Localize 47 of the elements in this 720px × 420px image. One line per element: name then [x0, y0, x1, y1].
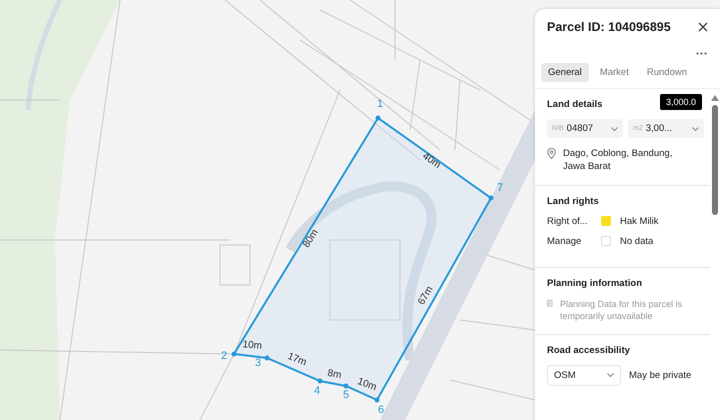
tab[interactable]: Market	[592, 63, 636, 82]
edge-length-label: 10m	[356, 376, 378, 394]
edge-length-label: 40m	[420, 150, 443, 172]
chevron-icon	[607, 373, 614, 378]
edge-length-label: 8m	[326, 368, 342, 382]
scroll-up-icon[interactable]	[711, 95, 719, 101]
vertex-label: 1	[376, 98, 384, 110]
vertex-label: 6	[378, 404, 384, 416]
section-heading: Land rights	[547, 196, 599, 207]
vertex-label: 5	[342, 389, 350, 401]
right-label: Manage	[547, 236, 582, 247]
scrollbar-thumb[interactable]	[712, 105, 718, 215]
right-value: Hak Milik	[620, 216, 659, 227]
section-heading: Planning information	[547, 278, 642, 289]
vertex-dot[interactable]	[488, 196, 494, 200]
right-value: No data	[620, 236, 654, 247]
tab[interactable]: General	[541, 63, 589, 82]
vertex-dot[interactable]	[376, 116, 380, 120]
more-icon[interactable]	[696, 52, 707, 55]
planning-note: Planning Data for this parcel is temporarily unavailable	[560, 298, 684, 323]
empty-swatch	[601, 236, 611, 246]
location-pin-icon	[547, 148, 556, 159]
chevron-icon	[611, 126, 618, 130]
document-icon	[547, 298, 553, 309]
location-text: Dago, Coblong, Bandung, Jawa Barat	[563, 148, 674, 174]
vertex-dot[interactable]	[318, 378, 322, 384]
vertex-dot[interactable]	[374, 398, 380, 402]
close-icon[interactable]	[698, 22, 708, 32]
section-heading: Road accessibility	[547, 344, 630, 356]
vertex-dot[interactable]	[232, 352, 236, 356]
tab[interactable]: Rundown	[640, 63, 694, 82]
select-field[interactable]: OSM	[547, 364, 621, 386]
edge-length-label: 67m	[416, 284, 436, 307]
panel-title: Parcel ID: 104096895	[547, 20, 671, 34]
edge-length-label: 10m	[242, 339, 262, 352]
section-heading: Land details	[547, 99, 602, 110]
chevron-icon	[692, 126, 699, 130]
value-tooltip: 3,000.0	[660, 94, 702, 110]
vertex-dot[interactable]	[344, 384, 348, 388]
vertex-label: 4	[314, 385, 320, 397]
vertex-label: 3	[254, 357, 262, 369]
vertex-label: 2	[220, 350, 228, 362]
vertex-label: 7	[496, 182, 504, 194]
road-note: May be private	[629, 370, 692, 381]
right-label: Right of...	[547, 216, 589, 227]
edge-length-label: 17m	[286, 350, 308, 368]
vertex-dot[interactable]	[264, 356, 270, 360]
